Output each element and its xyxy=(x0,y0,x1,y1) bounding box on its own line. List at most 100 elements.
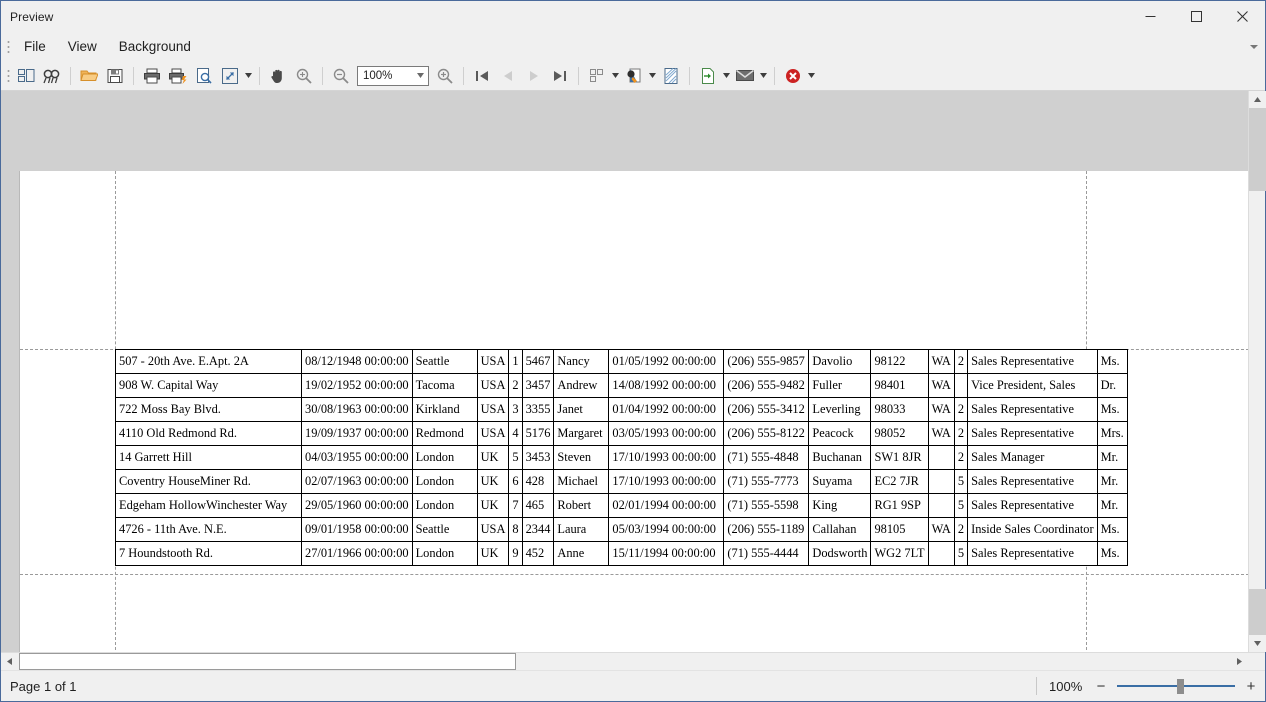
cell-title-of-courtesy: Mr. xyxy=(1096,445,1128,470)
page-setup-icon[interactable] xyxy=(191,63,217,89)
menu-item-view[interactable]: View xyxy=(58,35,107,58)
cell-last-name: Fuller xyxy=(808,373,872,398)
cell-title-text: Inside Sales Coordinator xyxy=(971,521,1094,536)
zoom-level-combobox[interactable]: 100% xyxy=(357,65,429,86)
zoom-slider-thumb[interactable] xyxy=(1177,679,1184,694)
cell-employee-id: 6 xyxy=(508,469,523,494)
scale-caret-icon[interactable] xyxy=(243,64,254,88)
quick-print-icon[interactable] xyxy=(165,63,191,89)
table-row[interactable]: 908 W. Capital Way 19/02/1952 00:00:00 T… xyxy=(115,373,1128,398)
multiple-pages-caret-icon[interactable] xyxy=(610,64,621,88)
toolbar: 100% xyxy=(1,61,1265,91)
cell-birth-date: 29/05/1960 00:00:00 xyxy=(301,493,413,518)
export-caret-icon[interactable] xyxy=(721,64,732,88)
previous-page-icon[interactable] xyxy=(495,63,521,89)
table-row[interactable]: Edgeham HollowWinchester Way 29/05/1960 … xyxy=(115,493,1128,518)
page-color-icon[interactable] xyxy=(621,63,647,89)
report-body: 507 - 20th Ave. E.Apt. 2A 08/12/1948 00:… xyxy=(115,349,1128,566)
zoom-in-icon[interactable] xyxy=(432,63,458,89)
table-row[interactable]: 722 Moss Bay Blvd. 30/08/1963 00:00:00 K… xyxy=(115,397,1128,422)
export-document-icon[interactable] xyxy=(695,63,721,89)
cell-city: London xyxy=(411,469,478,494)
watermark-icon[interactable] xyxy=(658,63,684,89)
zoom-out-icon[interactable] xyxy=(328,63,354,89)
page-color-caret-icon[interactable] xyxy=(647,64,658,88)
cell-city: Tacoma xyxy=(411,373,478,398)
table-row[interactable]: 7 Houndstooth Rd. 27/01/1966 00:00:00 Lo… xyxy=(115,541,1128,566)
send-email-icon[interactable] xyxy=(732,63,758,89)
menu-item-file[interactable]: File xyxy=(14,35,56,58)
close-preview-caret-icon[interactable] xyxy=(806,64,817,88)
chevron-down-icon[interactable] xyxy=(417,67,424,85)
cell-country: UK xyxy=(476,541,510,566)
find-icon[interactable] xyxy=(39,63,65,89)
document-page[interactable]: 507 - 20th Ave. E.Apt. 2A 08/12/1948 00:… xyxy=(19,171,1248,652)
cell-last-name: Leverling xyxy=(808,397,872,422)
maximize-button[interactable] xyxy=(1173,1,1219,32)
toolbar-drag-handle-icon[interactable] xyxy=(3,66,13,86)
chevron-down-icon[interactable] xyxy=(1249,43,1259,51)
next-page-icon[interactable] xyxy=(521,63,547,89)
cell-extension: 465 xyxy=(521,493,555,518)
zoom-slider[interactable] xyxy=(1117,678,1235,694)
last-page-icon[interactable] xyxy=(547,63,573,89)
close-preview-icon[interactable] xyxy=(780,63,806,89)
cell-address: Edgeham HollowWinchester Way xyxy=(115,493,302,518)
multiple-pages-icon[interactable] xyxy=(584,63,610,89)
first-page-icon[interactable] xyxy=(469,63,495,89)
horizontal-scrollbar[interactable] xyxy=(1,652,1265,670)
save-icon[interactable] xyxy=(102,63,128,89)
vertical-scroll-track[interactable] xyxy=(1249,108,1266,635)
table-row[interactable]: 507 - 20th Ave. E.Apt. 2A 08/12/1948 00:… xyxy=(115,349,1128,374)
cell-country: USA xyxy=(476,517,510,542)
cell-hire-date: 02/01/1994 00:00:00 xyxy=(608,493,725,518)
cell-hire-date: 03/05/1993 00:00:00 xyxy=(608,421,725,446)
cell-birth-date: 09/01/1958 00:00:00 xyxy=(301,517,413,542)
print-icon[interactable] xyxy=(139,63,165,89)
cell-postal-code: RG1 9SP xyxy=(870,493,929,518)
cell-birth-date: 19/02/1952 00:00:00 xyxy=(301,373,413,398)
zoom-controls: 100% − + xyxy=(1036,677,1259,695)
preview-body: 507 - 20th Ave. E.Apt. 2A 08/12/1948 00:… xyxy=(1,91,1266,652)
cell-hire-date: 17/10/1993 00:00:00 xyxy=(608,469,725,494)
magnifier-tool-icon[interactable] xyxy=(291,63,317,89)
table-row[interactable]: 4110 Old Redmond Rd. 19/09/1937 00:00:00… xyxy=(115,421,1128,446)
zoom-out-button[interactable]: − xyxy=(1093,677,1109,695)
cell-employee-id: 2 xyxy=(508,373,523,398)
email-caret-icon[interactable] xyxy=(758,64,769,88)
table-row[interactable]: 14 Garrett Hill 04/03/1955 00:00:00 Lond… xyxy=(115,445,1128,470)
horizontal-scroll-thumb[interactable] xyxy=(19,653,516,670)
vertical-scrollbar[interactable] xyxy=(1248,91,1266,652)
scroll-left-arrow-icon[interactable] xyxy=(1,653,18,670)
cell-address: 4110 Old Redmond Rd. xyxy=(115,421,302,446)
scroll-up-arrow-icon[interactable] xyxy=(1249,91,1266,108)
open-folder-icon[interactable] xyxy=(76,63,102,89)
toolbar-separator xyxy=(774,66,775,85)
cell-title-text: Sales Representative xyxy=(971,353,1074,368)
scroll-right-arrow-icon[interactable] xyxy=(1231,653,1248,670)
cell-employee-id: 9 xyxy=(508,541,523,566)
cell-city: Kirkland xyxy=(411,397,478,422)
thumbnails-pane-icon[interactable] xyxy=(13,63,39,89)
menu-drag-handle-icon[interactable] xyxy=(3,37,13,57)
cell-address: 14 Garrett Hill xyxy=(115,445,302,470)
scale-icon[interactable] xyxy=(217,63,243,89)
cell-title-text: Sales Manager xyxy=(971,449,1045,464)
minimize-button[interactable] xyxy=(1127,1,1173,32)
close-button[interactable] xyxy=(1219,1,1265,32)
menu-item-background[interactable]: Background xyxy=(109,35,201,58)
toolbar-separator xyxy=(70,66,71,85)
hand-tool-icon[interactable] xyxy=(265,63,291,89)
vertical-scroll-thumb[interactable] xyxy=(1249,108,1266,191)
cell-region xyxy=(927,541,955,566)
table-row[interactable]: 4726 - 11th Ave. N.E. 09/01/1958 00:00:0… xyxy=(115,517,1128,542)
vertical-scroll-thumb-lower[interactable] xyxy=(1249,589,1266,635)
zoom-in-button[interactable]: + xyxy=(1243,677,1259,695)
cell-title-of-courtesy: Ms. xyxy=(1096,517,1128,542)
cell-first-name: Anne xyxy=(553,541,610,566)
table-row[interactable]: Coventry HouseMiner Rd. 02/07/1963 00:00… xyxy=(115,469,1128,494)
horizontal-scroll-track[interactable] xyxy=(18,653,1231,670)
scroll-down-arrow-icon[interactable] xyxy=(1249,635,1266,652)
preview-canvas[interactable]: 507 - 20th Ave. E.Apt. 2A 08/12/1948 00:… xyxy=(1,91,1248,652)
cell-birth-date: 08/12/1948 00:00:00 xyxy=(301,349,413,374)
